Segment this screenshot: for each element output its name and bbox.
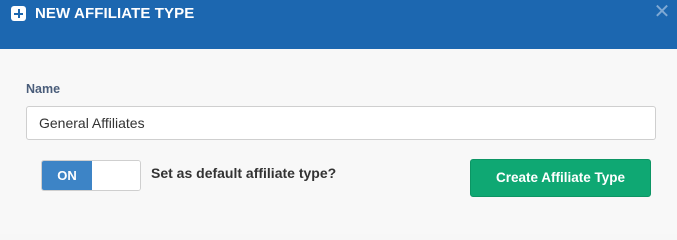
default-type-toggle[interactable]: ON: [41, 160, 141, 191]
toggle-on-label: ON: [42, 161, 92, 190]
toggle-off-side: [92, 161, 140, 190]
default-type-label: Set as default affiliate type?: [151, 165, 337, 181]
close-icon[interactable]: ✕: [652, 2, 672, 22]
name-label: Name: [26, 82, 61, 96]
dialog-title: NEW AFFILIATE TYPE: [35, 5, 195, 22]
create-affiliate-type-button[interactable]: Create Affiliate Type: [470, 159, 651, 197]
plus-square-icon: [11, 6, 26, 21]
name-input[interactable]: [26, 106, 656, 140]
dialog-header: NEW AFFILIATE TYPE ✕: [0, 0, 677, 49]
new-affiliate-type-dialog: NEW AFFILIATE TYPE ✕ Name ON Set as defa…: [0, 0, 677, 234]
